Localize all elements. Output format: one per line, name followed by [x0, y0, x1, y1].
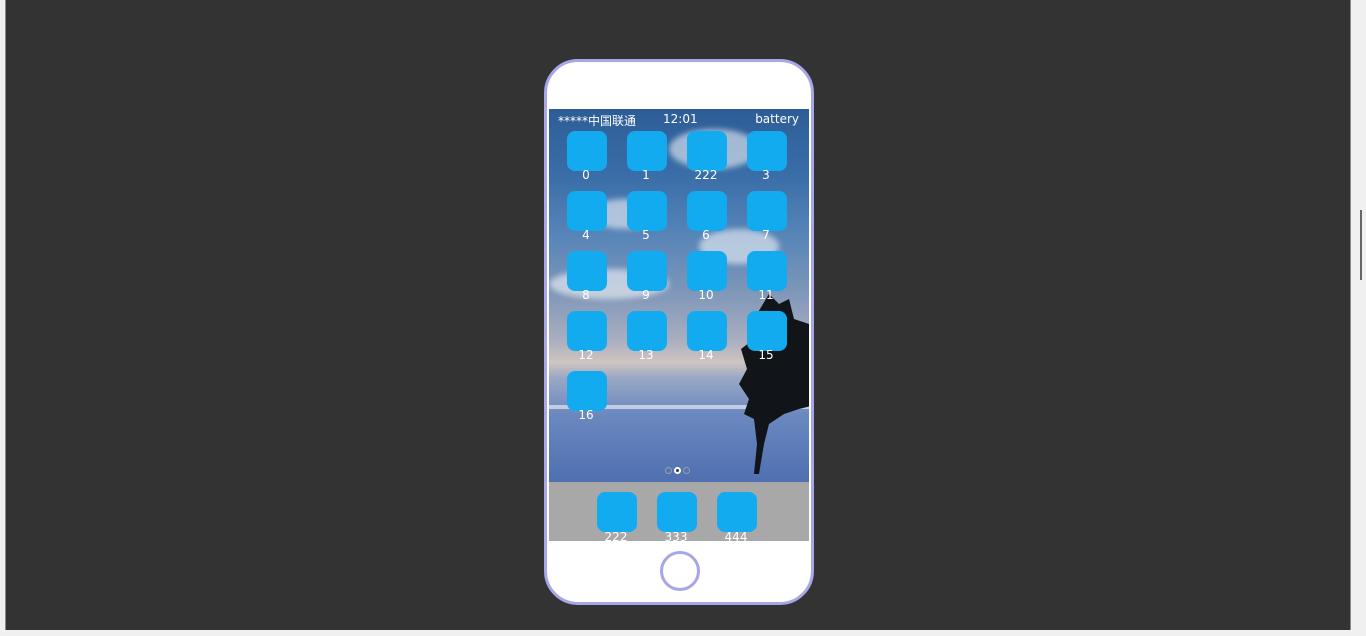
app-icon-2[interactable] [687, 131, 727, 171]
app-icon-10[interactable] [687, 251, 727, 291]
home-screen-wallpaper: *****中国联通 12:01 battery 0 1 222 3 4 5 6 … [549, 109, 809, 482]
page-dot[interactable] [683, 467, 690, 474]
app-label: 4 [582, 228, 590, 242]
page-dot[interactable] [665, 467, 672, 474]
app-icon-3[interactable] [747, 131, 787, 171]
status-bar: *****中国联通 12:01 battery [549, 109, 809, 129]
app-label: 0 [582, 168, 590, 182]
app-label: 10 [698, 288, 714, 302]
app-icon-5[interactable] [627, 191, 667, 231]
dock: 222 333 444 [549, 482, 809, 544]
window-frame-left [0, 0, 6, 636]
app-icon-15[interactable] [747, 311, 787, 351]
app-label: 3 [762, 168, 770, 182]
page-dot-active[interactable] [674, 467, 681, 474]
home-button[interactable] [660, 551, 700, 591]
dock-app-label: 333 [664, 530, 688, 544]
app-icon-4[interactable] [567, 191, 607, 231]
dock-app-icon-2[interactable] [657, 492, 697, 532]
status-time: 12:01 [663, 112, 698, 126]
phone-mockup: *****中国联通 12:01 battery 0 1 222 3 4 5 6 … [544, 59, 814, 605]
battery-label: battery [755, 112, 799, 126]
app-label: 11 [758, 288, 774, 302]
carrier-label: *****中国联通 [558, 114, 637, 128]
app-label: 222 [694, 168, 718, 182]
app-icon-14[interactable] [687, 311, 727, 351]
app-icon-11[interactable] [747, 251, 787, 291]
dock-app-label: 444 [724, 530, 748, 544]
dock-app-icon-3[interactable] [717, 492, 757, 532]
app-label: 8 [582, 288, 590, 302]
window-scrollbar-right[interactable] [1350, 0, 1366, 636]
window-frame-bottom [0, 630, 1366, 636]
app-icon-0[interactable] [567, 131, 607, 171]
app-icon-13[interactable] [627, 311, 667, 351]
app-icon-6[interactable] [687, 191, 727, 231]
app-label: 9 [642, 288, 650, 302]
app-label: 5 [642, 228, 650, 242]
app-label: 16 [578, 408, 594, 422]
app-label: 12 [578, 348, 594, 362]
app-icon-16[interactable] [567, 371, 607, 411]
app-icon-1[interactable] [627, 131, 667, 171]
app-label: 1 [642, 168, 650, 182]
dock-app-icon-1[interactable] [597, 492, 637, 532]
app-label: 7 [762, 228, 770, 242]
app-icon-8[interactable] [567, 251, 607, 291]
dock-app-label: 222 [604, 530, 628, 544]
app-label: 14 [698, 348, 714, 362]
app-label: 13 [638, 348, 654, 362]
app-icon-9[interactable] [627, 251, 667, 291]
app-icon-12[interactable] [567, 311, 607, 351]
scrollbar-thumb[interactable] [1360, 210, 1362, 280]
app-label: 15 [758, 348, 774, 362]
app-icon-7[interactable] [747, 191, 787, 231]
app-label: 6 [702, 228, 710, 242]
page-indicator[interactable] [665, 467, 695, 477]
